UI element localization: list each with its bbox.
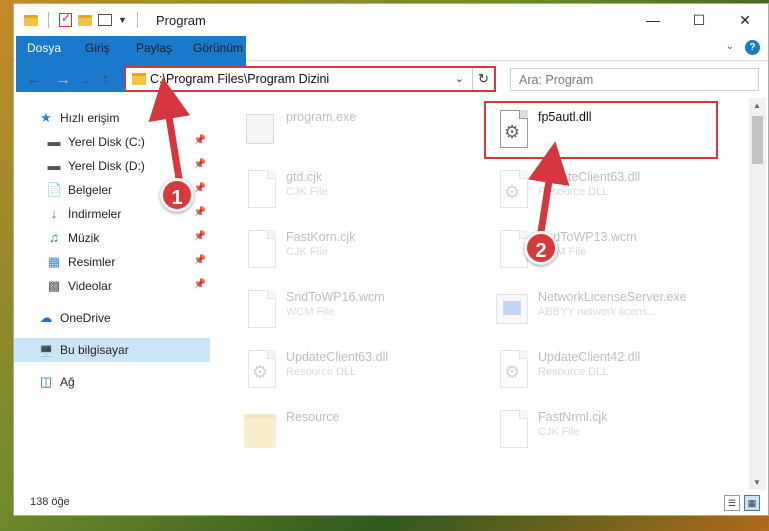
arrow-to-address-bar	[148, 77, 191, 189]
step-badge-1: 1	[160, 178, 194, 212]
arrow-to-file	[527, 141, 570, 242]
annotation-arrows	[148, 77, 570, 242]
step-badge-2: 2	[524, 231, 558, 265]
